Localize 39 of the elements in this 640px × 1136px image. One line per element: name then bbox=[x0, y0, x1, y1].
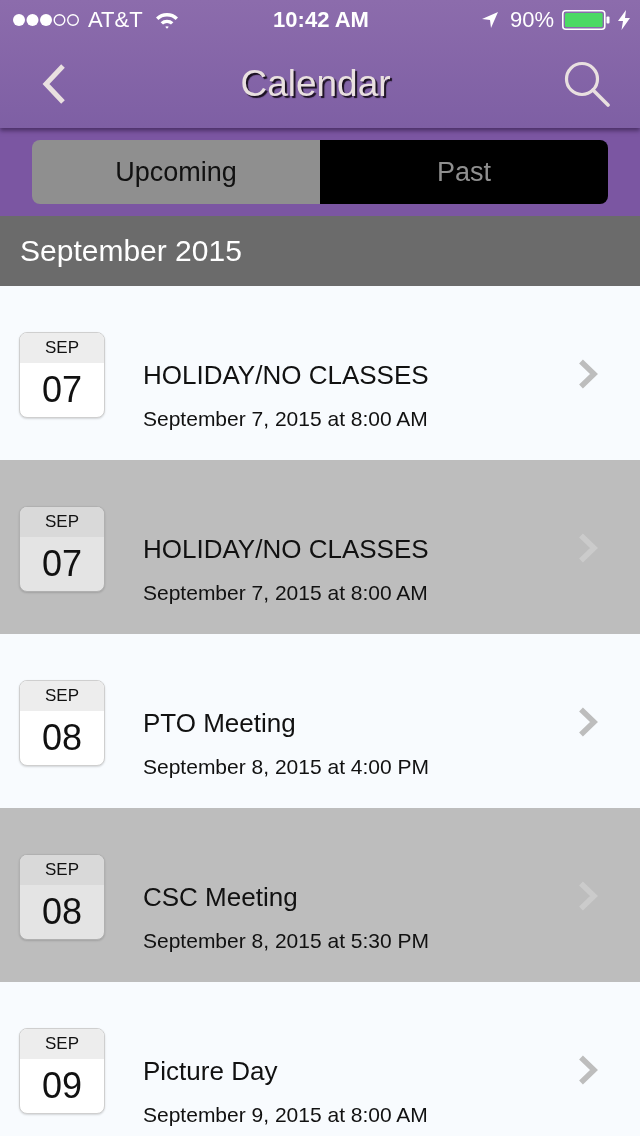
chevron-right-icon bbox=[578, 359, 598, 389]
location-arrow-icon bbox=[481, 12, 498, 28]
chevron-right-icon bbox=[578, 1055, 598, 1085]
battery-percent: 90% bbox=[509, 7, 554, 33]
segment-tab[interactable]: Upcoming bbox=[32, 140, 320, 204]
event-date-time: September 9, 2015 at 8:00 AM bbox=[143, 1102, 429, 1128]
event-title: HOLIDAY/NO CLASSES bbox=[143, 359, 430, 391]
event-row[interactable]: SEP 08 CSC Meeting September 8, 2015 at 5:30 PM bbox=[0, 808, 640, 982]
event-row[interactable]: SEP 07 HOLIDAY/NO CLASSES September 7, 2015 at 8:00 AM bbox=[0, 460, 640, 634]
search-icon[interactable] bbox=[564, 61, 610, 107]
event-title: HOLIDAY/NO CLASSES bbox=[143, 533, 430, 565]
event-title: Picture Day bbox=[143, 1055, 279, 1087]
badge-day: 07 bbox=[20, 363, 104, 417]
badge-month: SEP bbox=[20, 681, 104, 711]
back-chevron-icon[interactable] bbox=[41, 64, 67, 104]
signal-icon bbox=[12, 13, 80, 27]
chevron-right-icon bbox=[578, 707, 598, 737]
event-date-time: September 8, 2015 at 4:00 PM bbox=[143, 754, 430, 780]
charging-bolt-icon bbox=[618, 10, 630, 30]
badge-day: 08 bbox=[20, 885, 104, 939]
screen-title: Calendar bbox=[240, 63, 391, 105]
wifi-icon bbox=[154, 11, 179, 29]
month-heading: September 2015 bbox=[20, 234, 242, 268]
badge-day: 07 bbox=[20, 537, 104, 591]
event-date-time: September 7, 2015 at 8:00 AM bbox=[143, 406, 429, 432]
badge-month: SEP bbox=[20, 1029, 104, 1059]
event-date-time: September 7, 2015 at 8:00 AM bbox=[143, 580, 429, 606]
badge-month: SEP bbox=[20, 333, 104, 363]
badge-day: 09 bbox=[20, 1059, 104, 1113]
event-date-time: September 8, 2015 at 5:30 PM bbox=[143, 928, 430, 954]
event-title: CSC Meeting bbox=[143, 881, 299, 913]
segment-tab[interactable]: Past bbox=[320, 140, 608, 204]
event-title: PTO Meeting bbox=[143, 707, 297, 739]
badge-day: 08 bbox=[20, 711, 104, 765]
carrier-name: AT&T bbox=[88, 7, 143, 33]
battery-icon bbox=[562, 10, 610, 30]
status-time: 10:42 AM bbox=[273, 7, 369, 33]
badge-month: SEP bbox=[20, 507, 104, 537]
badge-month: SEP bbox=[20, 855, 104, 885]
